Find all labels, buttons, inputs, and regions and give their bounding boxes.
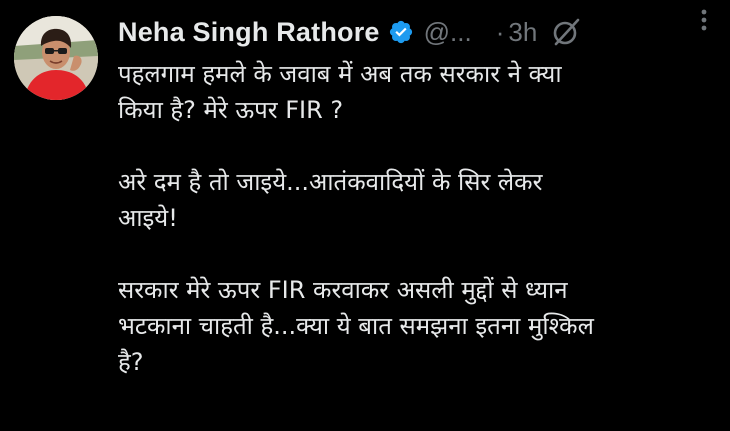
- tweet-timestamp[interactable]: 3h: [508, 17, 537, 48]
- separator-dot: ·: [495, 16, 505, 47]
- tweet-header: Neha Singh Rathore @... · 3h: [118, 12, 710, 52]
- grok-icon[interactable]: [551, 17, 581, 47]
- verified-badge-icon: [388, 19, 414, 45]
- tweet-paragraph: पहलगाम हमले के जवाब में अब तक सरकार ने क…: [118, 56, 718, 128]
- more-options-icon[interactable]: [694, 4, 714, 36]
- user-avatar[interactable]: [14, 16, 98, 100]
- tweet-line: अरे दम है तो जाइये...आतंकवादियों के सिर …: [118, 168, 543, 196]
- tweet-line: सरकार मेरे ऊपर FIR करवाकर असली मुद्दों स…: [118, 276, 568, 304]
- tweet-line: भटकाना चाहती है...क्या ये बात समझना इतना…: [118, 312, 594, 340]
- tweet-paragraph: अरे दम है तो जाइये...आतंकवादियों के सिर …: [118, 164, 718, 236]
- author-display-name[interactable]: Neha Singh Rathore: [118, 17, 380, 48]
- tweet-line: किया है? मेरे ऊपर FIR ?: [118, 96, 344, 124]
- tweet[interactable]: Neha Singh Rathore @... · 3h पहलगाम हमले…: [0, 0, 730, 431]
- author-handle[interactable]: @...: [424, 17, 472, 48]
- tweet-paragraph: सरकार मेरे ऊपर FIR करवाकर असली मुद्दों स…: [118, 272, 718, 380]
- tweet-line: पहलगाम हमले के जवाब में अब तक सरकार ने क…: [118, 60, 562, 88]
- tweet-line: है?: [118, 348, 144, 376]
- tweet-line: आइये!: [118, 204, 178, 232]
- tweet-text: पहलगाम हमले के जवाब में अब तक सरकार ने क…: [118, 56, 718, 380]
